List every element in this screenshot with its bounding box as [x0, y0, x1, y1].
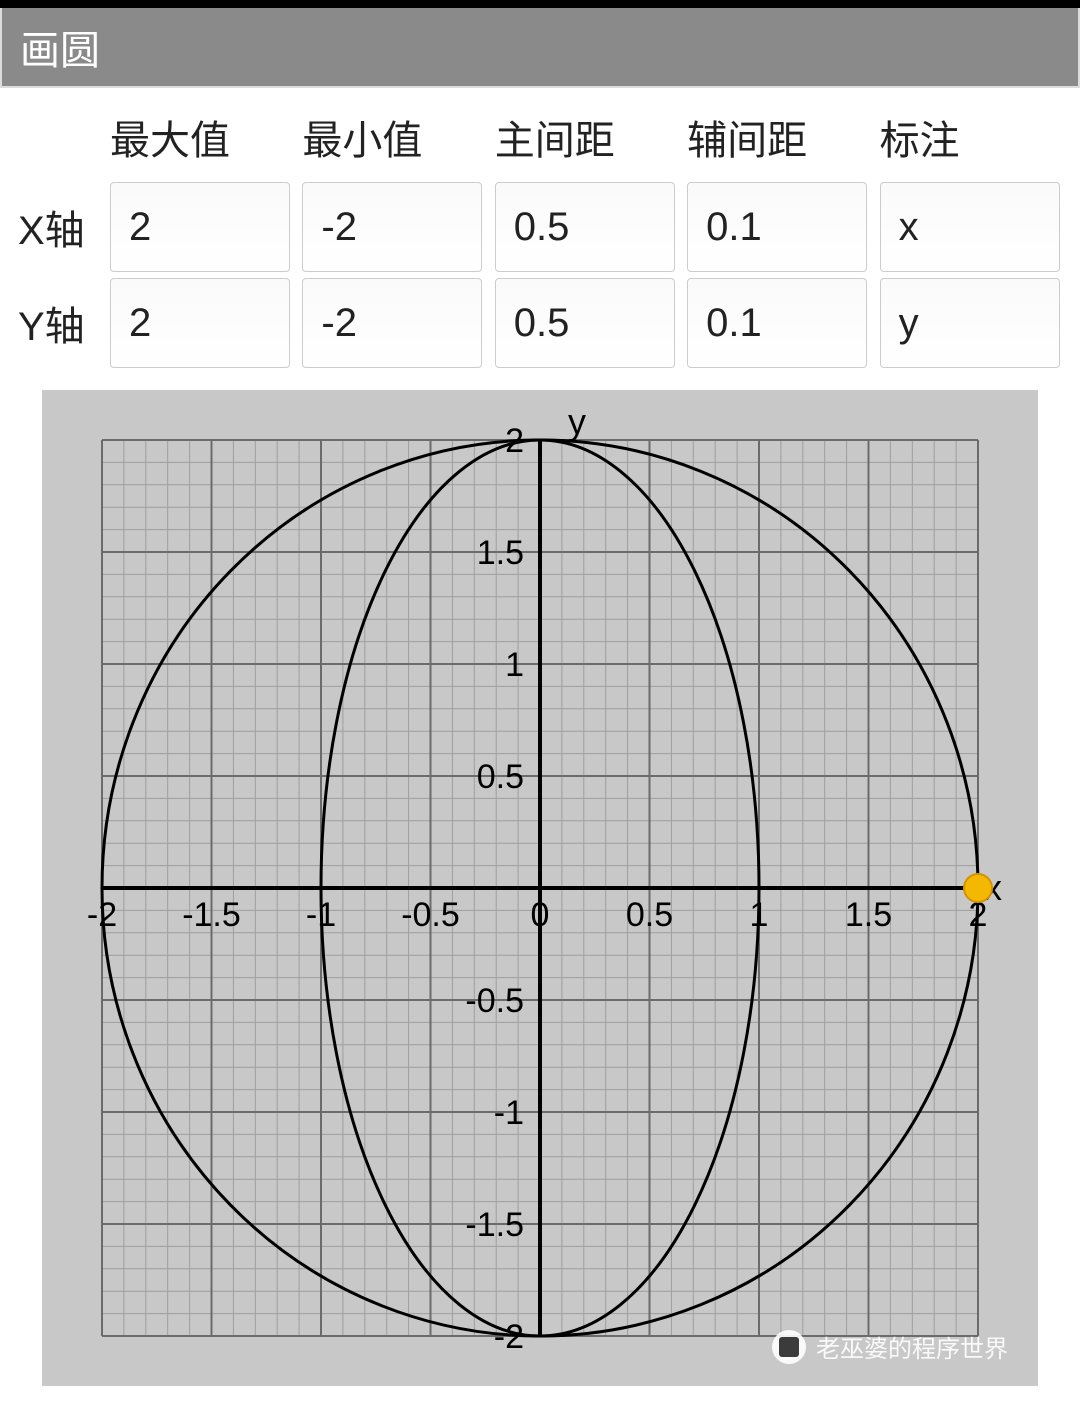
svg-text:0.5: 0.5 — [626, 896, 673, 934]
svg-text:0.5: 0.5 — [477, 758, 524, 796]
chart-canvas[interactable]: -2-1.5-1-0.500.511.52-2-1.5-1-0.50.511.5… — [42, 390, 1038, 1386]
svg-text:0: 0 — [531, 896, 550, 934]
watermark: 老巫婆的程序世界 — [772, 1329, 1008, 1364]
col-header-min: 最小值 — [302, 104, 488, 176]
window-title: 画圆 — [0, 8, 1080, 88]
x-major-input[interactable] — [495, 182, 675, 272]
svg-text:-1: -1 — [494, 1094, 524, 1132]
svg-text:-0.5: -0.5 — [465, 982, 524, 1020]
axis-config-panel: 最大值 最小值 主间距 辅间距 标注 X轴 Y轴 — [0, 88, 1080, 382]
y-min-input[interactable] — [302, 278, 482, 368]
y-minor-input[interactable] — [687, 278, 867, 368]
col-header-major: 主间距 — [495, 104, 681, 176]
col-header-minor: 辅间距 — [687, 104, 873, 176]
svg-text:-1.5: -1.5 — [182, 896, 241, 934]
x-annot-input[interactable] — [880, 182, 1060, 272]
svg-text:-1.5: -1.5 — [465, 1206, 524, 1244]
x-max-input[interactable] — [110, 182, 290, 272]
x-min-input[interactable] — [302, 182, 482, 272]
window-topbar — [0, 0, 1080, 8]
svg-text:1.5: 1.5 — [845, 896, 892, 934]
row-label-y: Y轴 — [14, 278, 104, 368]
y-max-input[interactable] — [110, 278, 290, 368]
watermark-text: 老巫婆的程序世界 — [816, 1329, 1008, 1364]
col-header-max: 最大值 — [110, 104, 296, 176]
svg-text:y: y — [568, 401, 586, 442]
svg-text:1.5: 1.5 — [477, 534, 524, 572]
svg-text:1: 1 — [505, 646, 524, 684]
wechat-icon — [772, 1330, 806, 1364]
svg-text:-0.5: -0.5 — [401, 896, 460, 934]
y-annot-input[interactable] — [880, 278, 1060, 368]
col-header-annot: 标注 — [880, 104, 1066, 176]
y-major-input[interactable] — [495, 278, 675, 368]
row-label-x: X轴 — [14, 182, 104, 272]
x-minor-input[interactable] — [687, 182, 867, 272]
